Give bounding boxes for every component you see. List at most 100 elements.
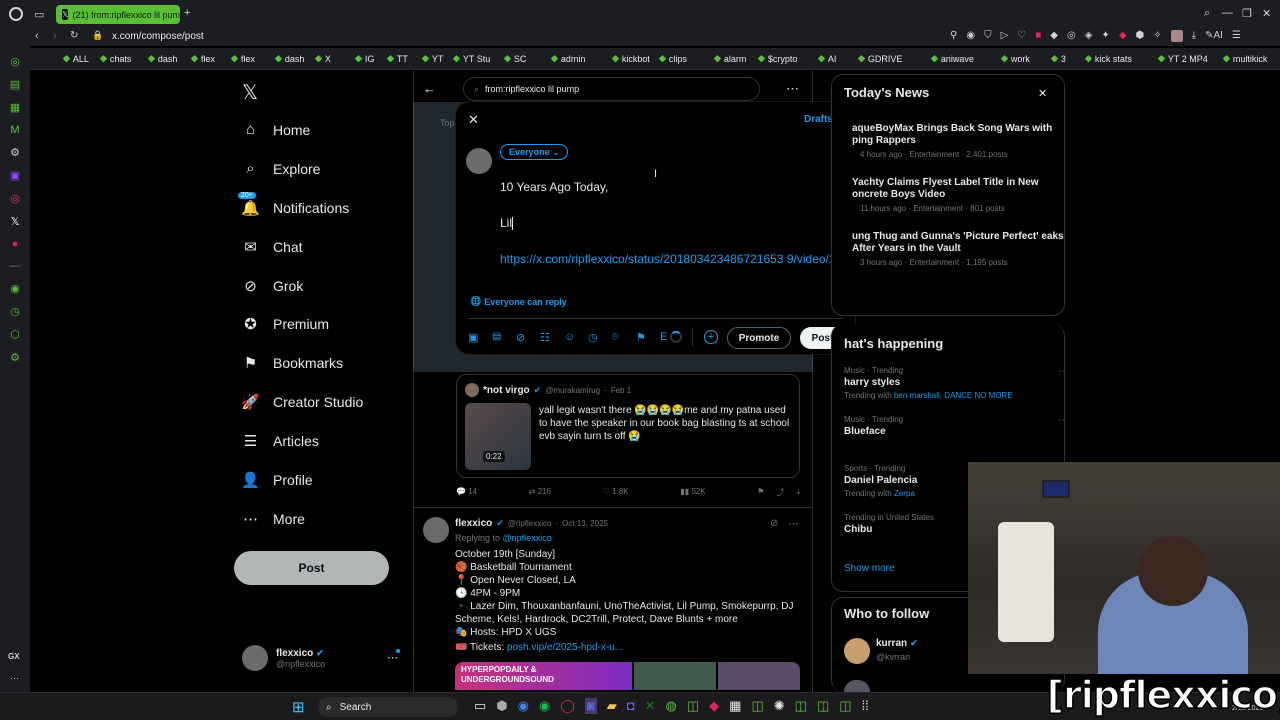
bookmark-item[interactable]: ◆ kickbot	[612, 53, 650, 64]
trend-item[interactable]: Music · Trending harry styles Trending wit…	[844, 366, 1064, 415]
ai-icon[interactable]: ✎AI	[1205, 30, 1223, 42]
spotify-icon[interactable]: ◉	[539, 698, 550, 714]
maximize-icon[interactable]: ❐	[1242, 7, 1252, 20]
nav-item-explore[interactable]: ⌕ Explore	[242, 160, 320, 177]
like-button[interactable]: ♡ 1.8K	[603, 487, 629, 498]
bookmark-item[interactable]: ◆ X	[315, 53, 331, 64]
close-icon[interactable]: ✕	[1038, 87, 1047, 100]
extension-icon[interactable]: ■	[1035, 30, 1041, 42]
history-icon[interactable]: ◷	[10, 305, 20, 318]
sidebar-app-icon[interactable]: ◉	[10, 282, 20, 295]
tickets-link[interactable]: posh.vip/e/2025-hpd-x-u...	[507, 642, 623, 653]
bookmark-item[interactable]: ◆ AI	[818, 53, 836, 64]
opera-gx-logo-icon[interactable]	[9, 7, 23, 21]
emoji-icon[interactable]: ☺	[564, 331, 575, 343]
bookmark-item[interactable]: ◆ 3	[1051, 53, 1066, 64]
settings-icon[interactable]: ⚙	[10, 351, 20, 364]
bookmark-item[interactable]: ◆ alarm	[714, 53, 746, 64]
extension-icon[interactable]: ◈	[1085, 30, 1093, 42]
media-image[interactable]	[717, 662, 800, 690]
bookmark-item[interactable]: ◆ dash	[148, 53, 177, 64]
bookmark-item[interactable]: ◆ multikick	[1223, 53, 1267, 64]
search-icon[interactable]: ⌕	[1204, 7, 1210, 20]
taskbar-app-icon[interactable]: ◫	[795, 698, 807, 714]
nav-item-more[interactable]: ⋯ More	[242, 510, 305, 528]
trend-with-link[interactable]: ben marshall, DANCE NO MORE	[894, 391, 1013, 400]
bookmark-item[interactable]: ◆ SC	[504, 53, 526, 64]
news-item[interactable]: Yachty Claims Flyest Label Title in New …	[852, 177, 1064, 213]
extension-icon[interactable]: ⬢	[1136, 30, 1145, 42]
trend-item[interactable]: Music · Trending Blueface ⋯	[844, 415, 1064, 464]
forward-icon[interactable]: ›	[53, 30, 57, 42]
tab-active[interactable]: 𝕏 (21) from:ripflexxico lil pum	[56, 5, 180, 24]
profile-avatar-icon[interactable]	[1170, 30, 1183, 42]
camera-icon[interactable]: ◉	[966, 30, 975, 42]
poll-icon[interactable]: ☷	[540, 331, 550, 344]
add-post-icon[interactable]: +	[704, 330, 718, 344]
bookmark-item[interactable]: ◆ kick stats	[1085, 53, 1132, 64]
sidebar-app-icon[interactable]: ⚙	[10, 146, 20, 159]
download-icon[interactable]: ⤓	[796, 487, 800, 498]
compose-link[interactable]: https://x.com/ripflexxico/status/2018034…	[500, 250, 845, 268]
avatar[interactable]	[844, 680, 870, 692]
account-switcher[interactable]: flexxico ✔ @ripflexxico	[242, 645, 325, 671]
quoted-tweet[interactable]: *not virgo ✔ @murakamirug · Feb 1 0:22 y…	[456, 374, 800, 478]
chatgpt-icon[interactable]: ✺	[774, 698, 785, 714]
extension-icon[interactable]: ◆	[1050, 30, 1058, 42]
tweet-media[interactable]: HYPERPOPDAILY & UNDERGROUNDSOUND	[455, 662, 800, 690]
nav-item-bookmarks[interactable]: ⚑ Bookmarks	[242, 354, 343, 372]
grok-icon[interactable]: ⊘	[770, 518, 778, 529]
reply-button[interactable]: 💬 14	[456, 487, 477, 498]
bookmark-item[interactable]: ◆ GDRIVE	[858, 53, 902, 64]
nav-item-chat[interactable]: ✉ Chat	[242, 238, 302, 256]
nav-item-grok[interactable]: ⊘ Grok	[242, 277, 303, 295]
gif-icon[interactable]: ▤	[492, 331, 501, 342]
shield-icon[interactable]: ⛉	[984, 30, 992, 42]
taskbar-app-icon[interactable]: ◫	[817, 698, 829, 714]
more-dots-icon[interactable]: ⋯	[10, 673, 19, 684]
nav-item-premium[interactable]: ✪ Premium	[242, 315, 329, 333]
promote-button[interactable]: Promote	[727, 327, 791, 349]
schedule-icon[interactable]: ◷	[588, 331, 598, 344]
bookmark-item[interactable]: ◆ ALL	[63, 53, 89, 64]
location-icon[interactable]: ⌾	[612, 331, 619, 344]
bookmark-item[interactable]: ◆ YT	[422, 53, 443, 64]
trend-more-icon[interactable]: ⋯	[1058, 415, 1064, 426]
extension-icon[interactable]: ◎	[1067, 30, 1076, 42]
show-more-link[interactable]: Show more	[844, 563, 895, 574]
avatar[interactable]	[844, 638, 870, 664]
news-item[interactable]: ung Thug and Gunna's 'Picture Perfect' e…	[852, 231, 1064, 267]
bookmark-item[interactable]: ◆ IG	[355, 53, 374, 64]
menu-icon[interactable]: ☰	[1232, 30, 1241, 42]
close-window-icon[interactable]: ✕	[1262, 7, 1271, 20]
close-icon[interactable]: ✕	[468, 112, 479, 128]
heart-icon[interactable]: ♡	[1017, 30, 1026, 42]
pin-icon[interactable]: ⚲	[950, 30, 957, 42]
tweet-date[interactable]: Oct 13, 2025	[562, 519, 608, 528]
nav-item-profile[interactable]: 👤 Profile	[241, 471, 313, 489]
bookmark-item[interactable]: ◆ flex	[191, 53, 215, 64]
search-box[interactable]: ⌕ from:ripflexxico lil pump	[463, 77, 760, 101]
media-icon[interactable]: ▣	[468, 331, 478, 344]
sidebar-app-icon[interactable]: ▤	[10, 78, 20, 91]
taskbar-app-icon[interactable]: ◆	[709, 698, 719, 714]
x-logo-icon[interactable]: 𝕏	[242, 80, 258, 105]
taskbar-app-icon[interactable]: ◍	[666, 698, 677, 714]
play-icon[interactable]: ▷	[1001, 30, 1009, 42]
share-icon[interactable]: ⤴	[776, 487, 784, 498]
taskbar-app-icon[interactable]: ◫	[839, 698, 851, 714]
bookmark-item[interactable]: ◆ dash	[275, 53, 304, 64]
audience-selector[interactable]: Everyone ⌄	[500, 144, 569, 160]
opera-gx-icon[interactable]: ◯	[560, 698, 575, 714]
nav-item-articles[interactable]: ☰ Articles	[242, 432, 319, 450]
drafts-button[interactable]: Drafts	[804, 114, 833, 125]
taskbar-app-icon[interactable]: ⬢	[496, 698, 507, 714]
nav-item-home[interactable]: ⌂ Home	[242, 121, 310, 138]
views-button[interactable]: ▮▮ 52K	[680, 487, 705, 498]
task-view-icon[interactable]: ▭	[474, 698, 486, 714]
video-thumbnail[interactable]: 0:22	[465, 403, 531, 470]
extensions-icon[interactable]: ✧	[1153, 30, 1161, 42]
tweet-more-icon[interactable]: ⋯	[788, 517, 799, 530]
trend-with-link[interactable]: Zerpa	[894, 489, 915, 498]
taskbar-search[interactable]: ⌕ Search	[318, 697, 458, 717]
